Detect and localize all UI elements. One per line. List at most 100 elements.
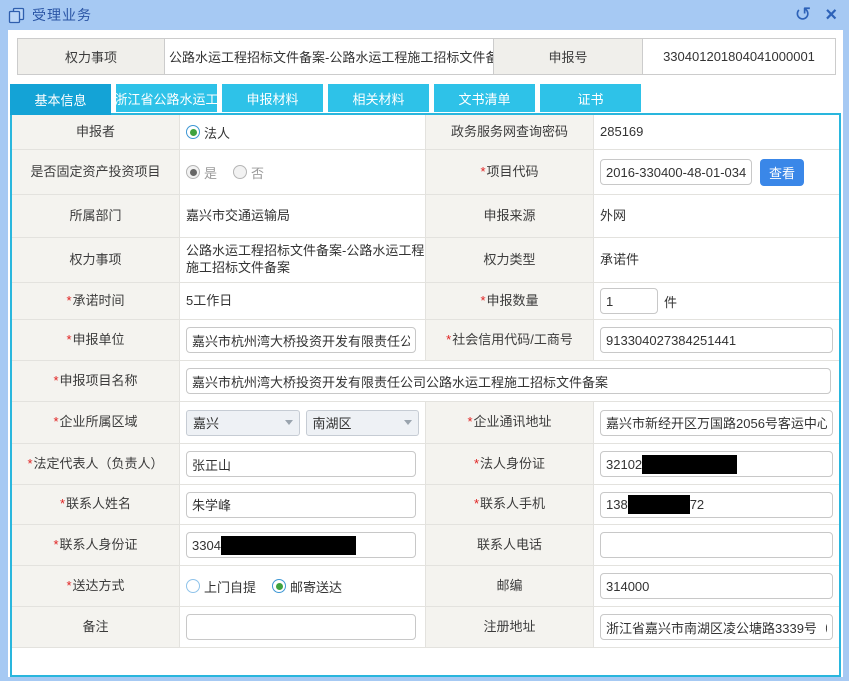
region-city-value: 嘉兴 bbox=[193, 413, 219, 432]
redaction-block bbox=[628, 495, 690, 514]
project-code-input[interactable] bbox=[600, 159, 752, 185]
declarant-field: 法人 bbox=[180, 115, 426, 150]
power-item-value: 公路水运工程招标文件备案-公路水运工程施工招标文件备案 bbox=[180, 238, 426, 283]
tab-certificate[interactable]: 证书 bbox=[540, 84, 641, 112]
legal-id-label: *法人身份证 bbox=[426, 444, 594, 485]
remark-field bbox=[180, 607, 426, 648]
contact-id-visible-digits: 3304 bbox=[192, 538, 221, 553]
contact-mobile-label: *联系人手机 bbox=[426, 485, 594, 525]
contact-phone-label: 联系人电话 bbox=[426, 525, 594, 566]
fixed-asset-label: 是否固定资产投资项目 bbox=[12, 150, 180, 195]
form-panel: 申报者 法人 政务服务网查询密码 285169 是否固定资产投资项目 是 否 bbox=[10, 113, 841, 677]
remark-input[interactable] bbox=[186, 614, 416, 640]
region-label: *企业所属区域 bbox=[12, 402, 180, 444]
header-declare-no-value: 330401201804041000001 bbox=[643, 39, 835, 74]
window-title: 受理业务 bbox=[32, 5, 92, 25]
redaction-block bbox=[642, 455, 737, 474]
tab-document-list[interactable]: 文书清单 bbox=[434, 84, 535, 112]
contact-id-input[interactable]: 3304 bbox=[186, 532, 416, 558]
header-declare-no-label: 申报号 bbox=[494, 39, 643, 74]
reg-address-input[interactable] bbox=[600, 614, 833, 640]
contact-mobile-input[interactable]: 138 72 bbox=[600, 492, 833, 518]
header-power-item-value: 公路水运工程招标文件备案-公路水运工程施工招标文件备案 bbox=[165, 39, 494, 74]
required-asterisk: * bbox=[480, 293, 485, 309]
titlebar-actions: ↺ × bbox=[795, 0, 837, 30]
required-asterisk: * bbox=[480, 164, 485, 180]
project-code-field: 查看 bbox=[594, 150, 839, 195]
declare-count-field: 件 bbox=[594, 283, 839, 320]
contact-id-label: *联系人身份证 bbox=[12, 525, 180, 566]
delivery-field: 上门自提 邮寄送达 bbox=[180, 566, 426, 607]
window-icon bbox=[8, 7, 25, 24]
region-district-select[interactable]: 南湖区 bbox=[306, 410, 420, 436]
contact-name-input[interactable] bbox=[186, 492, 416, 518]
required-asterisk: * bbox=[467, 414, 472, 430]
declarant-legal-person-radio[interactable] bbox=[186, 125, 200, 139]
required-asterisk: * bbox=[474, 496, 479, 512]
region-city-select[interactable]: 嘉兴 bbox=[186, 410, 300, 436]
required-asterisk: * bbox=[66, 332, 71, 348]
contact-phone-input[interactable] bbox=[600, 532, 833, 558]
power-item-label: 权力事项 bbox=[12, 238, 180, 283]
department-label: 所属部门 bbox=[12, 195, 180, 238]
view-button[interactable]: 查看 bbox=[760, 159, 804, 186]
declare-count-input[interactable] bbox=[600, 288, 658, 314]
company-address-input[interactable] bbox=[600, 410, 833, 436]
redaction-block bbox=[221, 536, 356, 555]
declarant-option-label: 法人 bbox=[204, 123, 230, 142]
window-content: 权力事项 公路水运工程招标文件备案-公路水运工程施工招标文件备案 申报号 330… bbox=[8, 30, 843, 677]
legal-id-input[interactable]: 32102 bbox=[600, 451, 833, 477]
power-type-value: 承诺件 bbox=[594, 238, 839, 283]
declare-unit-input[interactable] bbox=[186, 327, 416, 353]
chevron-down-icon bbox=[285, 420, 293, 425]
tab-declare-materials[interactable]: 申报材料 bbox=[222, 84, 323, 112]
fixed-asset-yes-label: 是 bbox=[204, 163, 217, 182]
window-titlebar: 受理业务 ↺ × bbox=[0, 0, 849, 30]
company-address-label: *企业通讯地址 bbox=[426, 402, 594, 444]
close-icon[interactable]: × bbox=[825, 5, 837, 25]
delivery-mail-radio[interactable] bbox=[272, 579, 286, 593]
delivery-label: *送达方式 bbox=[12, 566, 180, 607]
tab-basic-info[interactable]: 基本信息 bbox=[10, 84, 111, 115]
legal-rep-input[interactable] bbox=[186, 451, 416, 477]
tab-bar: 基本信息 浙江省公路水运工 申报材料 相关材料 文书清单 证书 bbox=[10, 84, 641, 115]
required-asterisk: * bbox=[27, 456, 32, 472]
required-asterisk: * bbox=[66, 293, 71, 309]
credit-code-input[interactable] bbox=[600, 327, 833, 353]
required-asterisk: * bbox=[60, 496, 65, 512]
declare-count-label: *申报数量 bbox=[426, 283, 594, 320]
contact-mobile-field: 138 72 bbox=[594, 485, 839, 525]
project-name-input[interactable] bbox=[186, 368, 831, 394]
header-summary: 权力事项 公路水运工程招标文件备案-公路水运工程施工招标文件备案 申报号 330… bbox=[17, 38, 836, 75]
contact-phone-field bbox=[594, 525, 839, 566]
required-asterisk: * bbox=[53, 373, 58, 389]
contact-mobile-prefix: 138 bbox=[606, 497, 628, 512]
tab-zhejiang-highway[interactable]: 浙江省公路水运工 bbox=[116, 84, 217, 112]
declare-source-value: 外网 bbox=[594, 195, 839, 238]
legal-id-field: 32102 bbox=[594, 444, 839, 485]
project-code-label: *项目代码 bbox=[426, 150, 594, 195]
delivery-pickup-radio[interactable] bbox=[186, 579, 200, 593]
power-type-label: 权力类型 bbox=[426, 238, 594, 283]
postcode-field bbox=[594, 566, 839, 607]
region-district-value: 南湖区 bbox=[313, 413, 352, 432]
form-grid: 申报者 法人 政务服务网查询密码 285169 是否固定资产投资项目 是 否 bbox=[12, 115, 839, 648]
project-name-label: *申报项目名称 bbox=[12, 361, 180, 402]
credit-code-label: *社会信用代码/工商号 bbox=[426, 320, 594, 361]
required-asterisk: * bbox=[446, 332, 451, 348]
refresh-icon[interactable]: ↺ bbox=[795, 5, 812, 25]
contact-name-label: *联系人姓名 bbox=[12, 485, 180, 525]
declare-unit-label: *申报单位 bbox=[12, 320, 180, 361]
chevron-down-icon bbox=[404, 420, 412, 425]
fixed-asset-yes-radio bbox=[186, 165, 200, 179]
header-power-item-label: 权力事项 bbox=[18, 39, 165, 74]
fixed-asset-no-radio bbox=[233, 165, 247, 179]
postcode-input[interactable] bbox=[600, 573, 833, 599]
query-password-label: 政务服务网查询密码 bbox=[426, 115, 594, 150]
delivery-pickup-label: 上门自提 bbox=[204, 577, 256, 596]
tab-related-materials[interactable]: 相关材料 bbox=[328, 84, 429, 112]
company-address-field bbox=[594, 402, 839, 444]
remark-label: 备注 bbox=[12, 607, 180, 648]
declarant-label: 申报者 bbox=[12, 115, 180, 150]
region-field: 嘉兴 南湖区 bbox=[180, 402, 426, 444]
